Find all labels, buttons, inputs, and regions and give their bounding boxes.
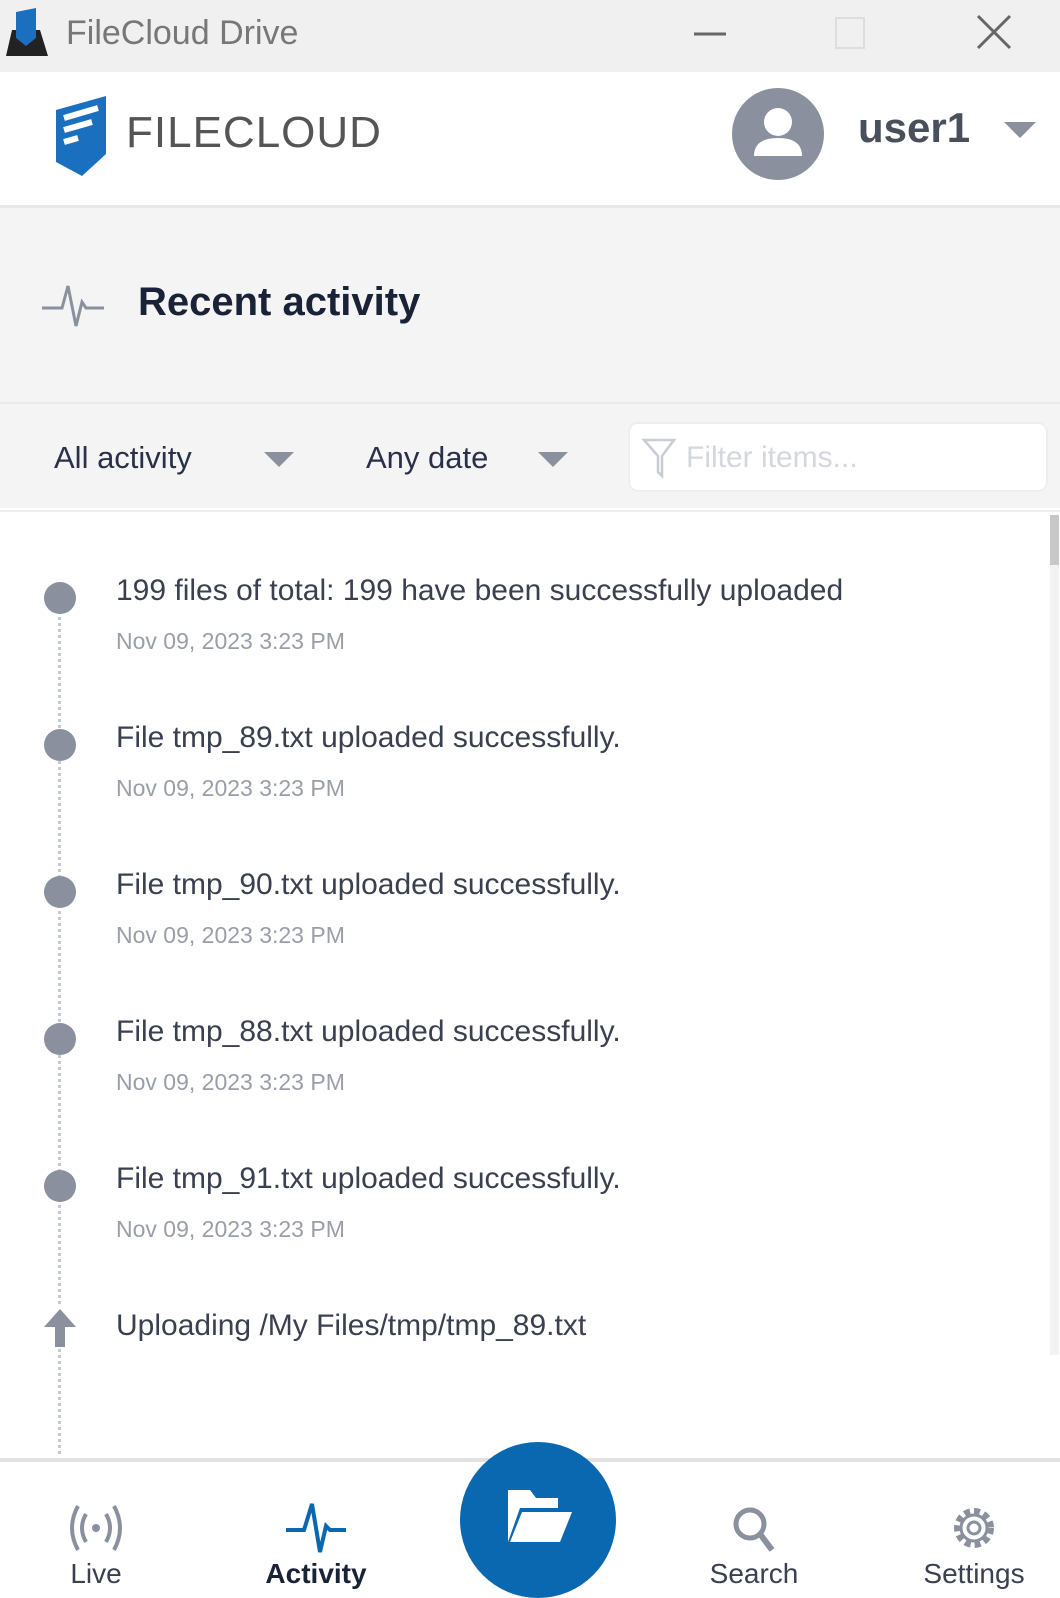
nav-label: Settings [923,1558,1025,1589]
app-header: FILECLOUD user1 [0,72,1060,208]
logo-text: FILECLOUD [126,108,382,157]
nav-settings[interactable]: Settings [904,1502,1044,1598]
chevron-down-icon[interactable] [538,452,568,467]
timeline-dot-icon [44,1023,76,1055]
filter-input-box[interactable] [628,422,1048,492]
activity-pulse-icon [286,1503,346,1553]
title-bar: FileCloud Drive [0,0,1060,72]
app-icon [6,8,48,56]
activity-text: File tmp_89.txt uploaded successfully. [116,721,621,754]
activity-date: Nov 09, 2023 3:23 PM [116,922,345,948]
user-icon [754,108,802,156]
filter-icon [641,438,677,480]
nav-search[interactable]: Search [684,1502,824,1598]
minimize-button[interactable] [680,10,740,60]
nav-live[interactable]: Live [26,1502,166,1598]
folder-open-icon [508,1490,572,1542]
nav-label: Live [70,1558,122,1589]
timeline-dot-icon [44,1170,76,1202]
activity-text: Uploading /My Files/tmp/tmp_89.txt [116,1309,587,1342]
activity-date: Nov 09, 2023 3:23 PM [116,1069,345,1095]
upload-arrow-icon [42,1307,78,1349]
live-broadcast-icon [70,1505,122,1551]
search-icon [733,1507,775,1552]
activity-date: Nov 09, 2023 3:23 PM [116,628,345,654]
activity-date: Nov 09, 2023 3:23 PM [116,775,345,801]
gear-icon [954,1508,994,1548]
divider [0,402,1060,404]
scrollbar[interactable] [1050,515,1059,1355]
chevron-down-icon[interactable] [264,452,294,467]
timeline-dot-icon [44,582,76,614]
user-menu-caret-icon[interactable] [1004,122,1036,138]
activity-pulse-icon [42,285,104,327]
nav-label: Search [709,1558,799,1589]
activity-text: File tmp_88.txt uploaded successfully. [116,1015,621,1048]
avatar[interactable] [732,88,824,180]
nav-activity[interactable]: Activity [246,1502,386,1598]
filter-input[interactable] [686,438,1026,478]
page-title: Recent activity [138,280,421,324]
activity-list: 199 files of total: 199 have been succes… [0,510,1060,1462]
activity-type-dropdown[interactable]: All activity [54,440,192,476]
maximize-button[interactable] [820,10,880,60]
timeline-dot-icon [44,729,76,761]
files-fab-button[interactable] [460,1442,616,1598]
username[interactable]: user1 [858,104,970,152]
activity-text: File tmp_90.txt uploaded successfully. [116,868,621,901]
scrollbar-thumb[interactable] [1050,515,1059,565]
window-title: FileCloud Drive [66,14,299,52]
activity-text: 199 files of total: 199 have been succes… [116,574,844,607]
close-button[interactable] [964,10,1024,60]
filecloud-logo-icon [56,96,106,176]
activity-text: File tmp_91.txt uploaded successfully. [116,1162,621,1195]
activity-date: Nov 09, 2023 3:23 PM [116,1216,345,1242]
nav-label: Activity [265,1558,367,1589]
date-dropdown[interactable]: Any date [366,440,488,476]
timeline-dot-icon [44,876,76,908]
